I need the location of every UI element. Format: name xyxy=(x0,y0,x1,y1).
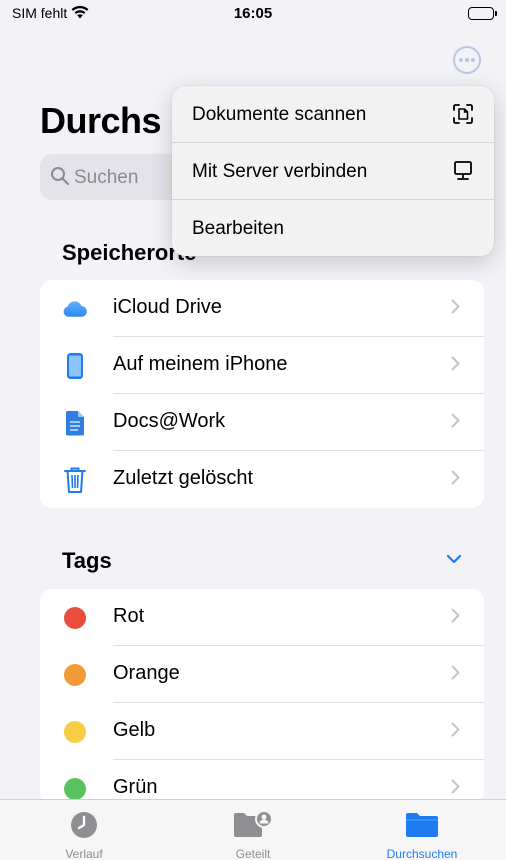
tab-browse[interactable]: Durchsuchen xyxy=(338,800,506,860)
tag-dot-orange xyxy=(62,662,88,688)
tag-color-dot xyxy=(64,778,86,800)
tab-bar: Verlauf Geteilt Durchsuchen xyxy=(0,799,506,860)
tag-label: Grün xyxy=(113,776,158,798)
tag-label: Gelb xyxy=(113,719,156,741)
location-item-recently-deleted[interactable]: Zuletzt gelöscht xyxy=(40,451,484,508)
tag-dot-rot xyxy=(62,605,88,631)
iphone-icon xyxy=(62,353,88,379)
tag-dot-gelb xyxy=(62,719,88,745)
cloud-icon xyxy=(62,296,88,322)
tab-shared[interactable]: Geteilt xyxy=(169,800,337,860)
page-title: Durchs xyxy=(40,100,162,141)
trash-icon xyxy=(62,467,88,493)
chevron-right-icon xyxy=(451,722,460,742)
clock-icon xyxy=(0,810,168,840)
tag-color-dot xyxy=(64,607,86,629)
clock-time: 16:05 xyxy=(233,5,273,22)
location-label: Zuletzt gelöscht xyxy=(113,467,254,489)
menu-item-connect-server[interactable]: Mit Server verbinden xyxy=(172,143,494,199)
shared-folder-icon xyxy=(169,810,337,840)
tag-item-gelb[interactable]: Gelb xyxy=(40,703,484,760)
document-icon xyxy=(62,410,88,436)
tag-label: Rot xyxy=(113,605,145,627)
menu-item-label: Mit Server verbinden xyxy=(192,161,368,182)
tag-color-dot xyxy=(64,721,86,743)
doc-scan-icon xyxy=(452,103,474,130)
tag-item-orange[interactable]: Orange xyxy=(40,646,484,703)
tab-label: Verlauf xyxy=(65,847,103,860)
folder-icon xyxy=(338,810,506,840)
tag-color-dot xyxy=(64,664,86,686)
search-icon xyxy=(50,166,70,191)
section-header-tags: Tags xyxy=(62,548,112,573)
menu-item-scan-documents[interactable]: Dokumente scannen xyxy=(172,86,494,142)
location-item-icloud[interactable]: iCloud Drive xyxy=(40,280,484,337)
location-label: Auf meinem iPhone xyxy=(113,353,288,375)
chevron-right-icon xyxy=(451,608,460,628)
tag-label: Orange xyxy=(113,662,180,684)
tag-item-gruen[interactable]: Grün xyxy=(40,760,484,804)
tab-label: Durchsuchen xyxy=(386,847,458,860)
status-bar: SIM fehlt 16:05 xyxy=(0,0,506,30)
chevron-right-icon xyxy=(451,356,460,376)
location-label: Docs@Work xyxy=(113,410,226,432)
menu-item-label: Bearbeiten xyxy=(192,218,284,239)
menu-item-edit[interactable]: Bearbeiten xyxy=(172,200,494,256)
tab-label: Geteilt xyxy=(235,847,271,860)
display-icon xyxy=(452,160,474,187)
tag-item-rot[interactable]: Rot xyxy=(40,589,484,646)
battery-icon xyxy=(468,7,497,20)
location-item-iphone[interactable]: Auf meinem iPhone xyxy=(40,337,484,394)
chevron-down-icon[interactable] xyxy=(446,551,462,569)
location-label: iCloud Drive xyxy=(113,296,222,318)
chevron-right-icon xyxy=(451,470,460,490)
ellipsis-circle-icon[interactable] xyxy=(453,46,481,74)
locations-list: iCloud Drive Auf meinem iPhone Docs@Work… xyxy=(40,280,484,508)
chevron-right-icon xyxy=(451,299,460,319)
tags-list: Rot Orange Gelb Grün xyxy=(40,589,484,804)
chevron-right-icon xyxy=(451,779,460,799)
location-item-docs-at-work[interactable]: Docs@Work xyxy=(40,394,484,451)
tab-recents[interactable]: Verlauf xyxy=(0,800,168,860)
search-placeholder: Suchen xyxy=(74,167,139,188)
menu-item-label: Dokumente scannen xyxy=(192,104,367,125)
chevron-right-icon xyxy=(451,413,460,433)
context-menu: Dokumente scannen Mit Server verbinden B… xyxy=(172,86,494,256)
chevron-right-icon xyxy=(451,665,460,685)
